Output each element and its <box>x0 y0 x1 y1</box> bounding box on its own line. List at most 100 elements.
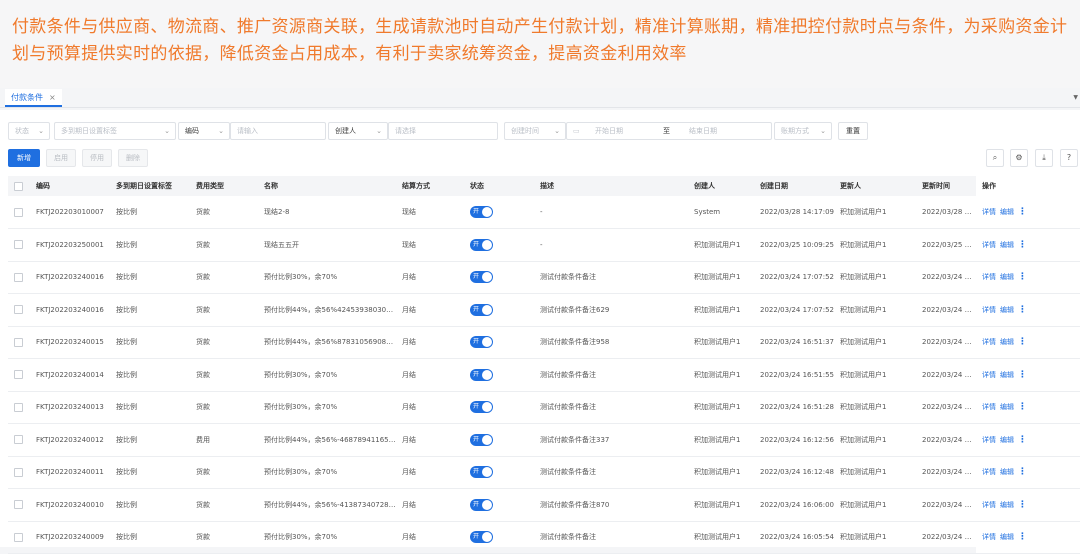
detail-link[interactable]: 详情 <box>982 273 996 281</box>
column-header[interactable]: 更新人 <box>834 176 916 196</box>
column-header[interactable]: 状态 <box>464 176 534 196</box>
add-button[interactable]: 新增 <box>8 149 40 167</box>
tab-payment-terms[interactable]: 付款条件 × <box>5 89 62 107</box>
row-checkbox[interactable] <box>8 424 30 457</box>
cell-status[interactable]: 开 <box>464 456 534 489</box>
status-toggle[interactable]: 开 <box>470 206 493 218</box>
cell-status[interactable]: 开 <box>464 391 534 424</box>
gear-icon[interactable]: ⚙ <box>1010 149 1028 167</box>
detail-link[interactable]: 详情 <box>982 338 996 346</box>
more-icon[interactable]: ⋮ <box>1018 402 1027 412</box>
detail-link[interactable]: 详情 <box>982 208 996 216</box>
edit-link[interactable]: 编辑 <box>1000 533 1014 541</box>
detail-link[interactable]: 详情 <box>982 371 996 379</box>
creator-input[interactable]: 请选择 <box>388 122 498 140</box>
cell-status[interactable]: 开 <box>464 424 534 457</box>
row-checkbox[interactable] <box>8 521 30 554</box>
cell-status[interactable]: 开 <box>464 326 534 359</box>
status-toggle[interactable]: 开 <box>470 271 493 284</box>
enable-button[interactable]: 启用 <box>46 149 76 167</box>
row-checkbox[interactable] <box>8 489 30 522</box>
more-icon[interactable]: ⋮ <box>1018 467 1027 477</box>
edit-link[interactable]: 编辑 <box>1000 338 1014 346</box>
creator-field-select[interactable]: 创建人 ⌄ <box>328 122 388 140</box>
column-header[interactable]: 描述 <box>534 176 688 196</box>
row-checkbox[interactable] <box>8 359 30 392</box>
column-header[interactable]: 创建人 <box>688 176 754 196</box>
table-row[interactable]: FKTJ202203240011 按比例 货款 预付比例30%，余70% 月结 开 测试付款… <box>8 456 1080 489</box>
detail-link[interactable]: 详情 <box>982 403 996 411</box>
cell-status[interactable]: 开 <box>464 489 534 522</box>
detail-link[interactable]: 详情 <box>982 468 996 476</box>
row-checkbox[interactable] <box>8 294 30 327</box>
cell-status[interactable]: 开 <box>464 359 534 392</box>
cell-status[interactable]: 开 <box>464 521 534 554</box>
table-row[interactable]: FKTJ202203240010 按比例 货款 预付比例44%，余56%-413873… <box>8 488 1080 522</box>
table-row[interactable]: FKTJ202203240016 按比例 货款 预付比例44%，余56%4245393… <box>8 293 1080 327</box>
select-all-checkbox[interactable] <box>8 176 30 196</box>
table-row[interactable]: FKTJ202203240014 按比例 货款 预付比例30%，余70% 月结 开 测试付款… <box>8 358 1080 392</box>
period-type-select[interactable]: 账期方式 ⌄ <box>774 122 832 140</box>
reset-button[interactable]: 重置 <box>838 122 868 140</box>
status-toggle[interactable]: 开 <box>470 368 493 381</box>
status-toggle[interactable]: 开 <box>470 531 493 544</box>
status-toggle[interactable]: 开 <box>470 238 493 251</box>
code-field-select[interactable]: 编码 ⌄ <box>178 122 230 140</box>
column-header[interactable]: 结算方式 <box>396 176 464 196</box>
more-icon[interactable]: ⋮ <box>1018 337 1027 347</box>
status-toggle[interactable]: 开 <box>470 401 493 414</box>
delete-button[interactable]: 删除 <box>118 149 148 167</box>
edit-link[interactable]: 编辑 <box>1000 273 1014 281</box>
more-icon[interactable]: ⋮ <box>1018 207 1027 217</box>
multi-due-tag-select[interactable]: 多到期日设置标签 ⌄ <box>54 122 176 140</box>
row-checkbox[interactable] <box>8 196 30 229</box>
disable-button[interactable]: 停用 <box>82 149 112 167</box>
help-icon[interactable]: ? <box>1060 149 1078 167</box>
date-type-select[interactable]: 创建时间 ⌄ <box>504 122 566 140</box>
edit-link[interactable]: 编辑 <box>1000 436 1014 444</box>
table-row[interactable]: FKTJ202203240009 按比例 货款 预付比例30%，余70% 月结 开 测试付款… <box>8 521 1080 554</box>
table-row[interactable]: FKTJ202203240012 按比例 费用 预付比例44%，余56%-468789… <box>8 423 1080 457</box>
edit-link[interactable]: 编辑 <box>1000 468 1014 476</box>
download-icon[interactable]: ⤓ <box>1035 149 1053 167</box>
edit-link[interactable]: 编辑 <box>1000 241 1014 249</box>
status-toggle[interactable]: 开 <box>470 466 493 479</box>
column-header[interactable]: 多到期日设置标签 <box>110 176 190 196</box>
more-icon[interactable]: ⋮ <box>1018 435 1027 445</box>
status-toggle[interactable]: 开 <box>470 336 493 349</box>
status-select[interactable]: 状态 ⌄ <box>8 122 50 140</box>
more-icon[interactable]: ⋮ <box>1018 240 1027 250</box>
edit-link[interactable]: 编辑 <box>1000 306 1014 314</box>
row-checkbox[interactable] <box>8 391 30 424</box>
close-icon[interactable]: × <box>49 93 56 102</box>
detail-link[interactable]: 详情 <box>982 241 996 249</box>
detail-link[interactable]: 详情 <box>982 533 996 541</box>
code-input[interactable]: 请输入 <box>230 122 326 140</box>
row-checkbox[interactable] <box>8 456 30 489</box>
edit-link[interactable]: 编辑 <box>1000 501 1014 509</box>
more-icon[interactable]: ⋮ <box>1018 305 1027 315</box>
detail-link[interactable]: 详情 <box>982 306 996 314</box>
status-toggle[interactable]: 开 <box>470 433 493 446</box>
edit-link[interactable]: 编辑 <box>1000 208 1014 216</box>
detail-link[interactable]: 详情 <box>982 501 996 509</box>
more-icon[interactable]: ⋮ <box>1018 272 1027 282</box>
cell-status[interactable]: 开 <box>464 196 534 229</box>
table-row[interactable]: FKTJ202203010007 按比例 货款 现结2-8 现结 开 - System 2022… <box>8 196 1080 229</box>
cell-status[interactable]: 开 <box>464 229 534 262</box>
row-checkbox[interactable] <box>8 261 30 294</box>
table-row[interactable]: FKTJ202203240013 按比例 货款 预付比例30%，余70% 月结 开 测试付款… <box>8 391 1080 424</box>
more-icon[interactable]: ⋮ <box>1018 500 1027 510</box>
column-header[interactable]: 更新时间 <box>916 176 976 196</box>
date-range-picker[interactable]: ▭ 开始日期 至 结束日期 <box>566 122 772 140</box>
column-header[interactable]: 编码 <box>30 176 110 196</box>
more-icon[interactable]: ⋮ <box>1018 532 1027 542</box>
tab-menu-icon[interactable]: ▼ <box>1073 94 1078 101</box>
column-header[interactable]: 名称 <box>258 176 396 196</box>
row-checkbox[interactable] <box>8 229 30 262</box>
cell-status[interactable]: 开 <box>464 294 534 327</box>
detail-link[interactable]: 详情 <box>982 436 996 444</box>
more-icon[interactable]: ⋮ <box>1018 370 1027 380</box>
edit-link[interactable]: 编辑 <box>1000 403 1014 411</box>
cell-status[interactable]: 开 <box>464 261 534 294</box>
